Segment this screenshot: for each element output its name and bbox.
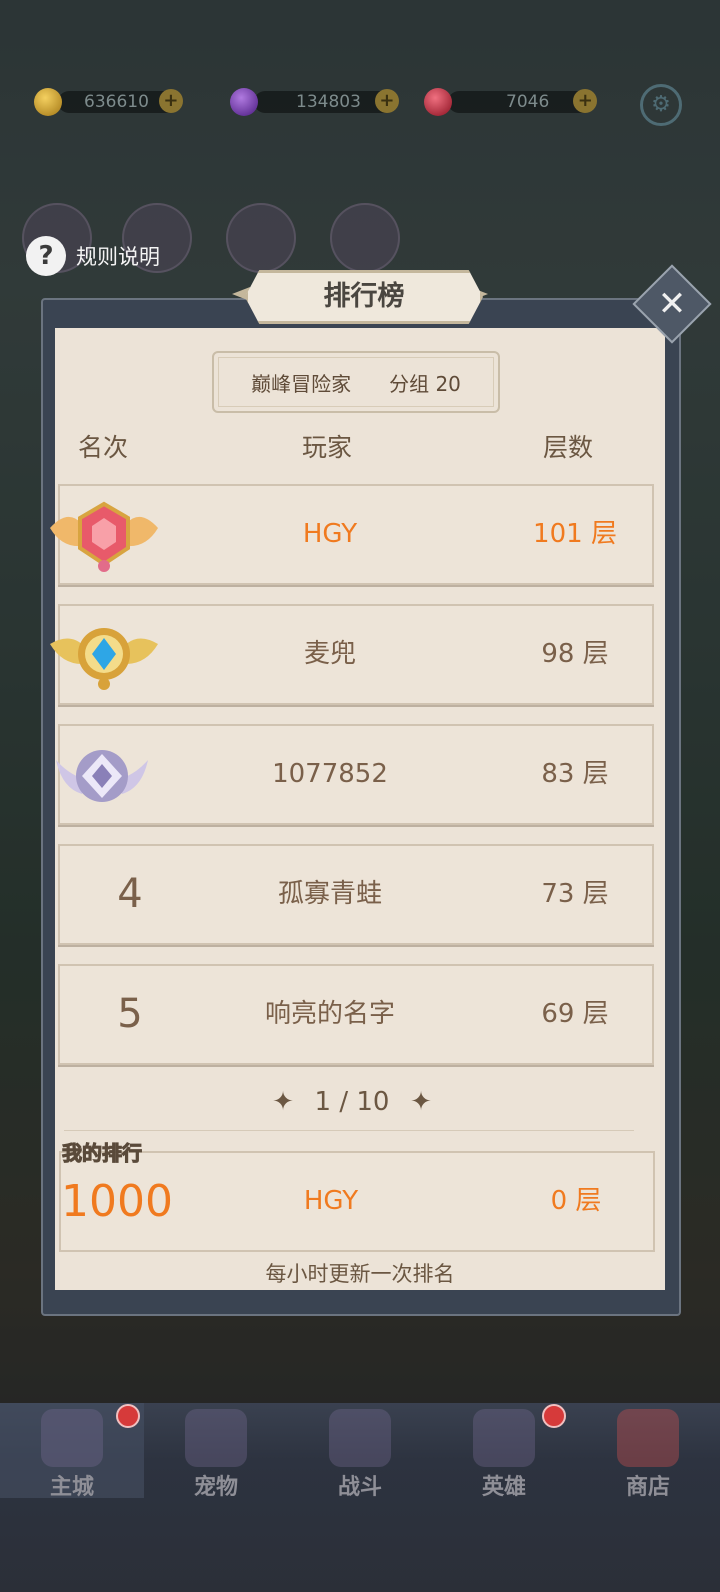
header-player: 玩家 bbox=[302, 433, 353, 462]
nav-label: 主城 bbox=[49, 1475, 94, 1500]
add-gold-icon[interactable]: + bbox=[158, 89, 183, 113]
divider bbox=[64, 1130, 634, 1131]
resource-purple-gem[interactable]: 134803 + bbox=[230, 88, 399, 116]
settings-gear-icon[interactable]: ⚙ bbox=[640, 84, 682, 126]
silver-medal-icon bbox=[56, 750, 148, 802]
floor-count: 69 层 bbox=[541, 999, 609, 1029]
nav-label: 战斗 bbox=[337, 1475, 382, 1500]
rules-button[interactable]: ? 规则说明 bbox=[26, 236, 160, 276]
floor-count: 83 层 bbox=[541, 759, 609, 789]
my-rank-row: 1000 HGY 0 层 bbox=[59, 1151, 655, 1252]
nav-shop[interactable]: 商店 bbox=[576, 1403, 720, 1500]
red-gem-icon bbox=[424, 88, 452, 116]
my-floor-count: 0 层 bbox=[550, 1186, 602, 1216]
nav-label: 英雄 bbox=[481, 1475, 526, 1500]
group-label: 巅峰冒险家 分组 20 bbox=[212, 351, 500, 413]
player-name: 孤寡青蛙 bbox=[277, 879, 382, 909]
resource-gold[interactable]: 636610 + bbox=[34, 88, 183, 116]
table-row[interactable]: 4 孤寡青蛙 73 层 bbox=[58, 844, 654, 945]
purple-gem-icon bbox=[230, 88, 258, 116]
bg-shield-icon bbox=[330, 203, 400, 273]
gold-value: 636610 bbox=[84, 92, 149, 112]
pet-icon bbox=[185, 1409, 247, 1467]
page-indicator: 1 / 10 bbox=[314, 1087, 390, 1117]
table-row[interactable]: 1077852 83 层 bbox=[56, 724, 654, 825]
table-row[interactable]: 5 响亮的名字 69 层 bbox=[58, 964, 654, 1065]
castle-icon bbox=[41, 1409, 103, 1467]
purple-gem-value: 134803 bbox=[296, 92, 361, 112]
header-rank: 名次 bbox=[78, 433, 129, 462]
resource-red-gem[interactable]: 7046 + bbox=[424, 88, 598, 116]
player-name: 响亮的名字 bbox=[264, 999, 395, 1029]
group-number: 分组 20 bbox=[389, 371, 461, 396]
table-row[interactable]: 麦兜 98 层 bbox=[50, 604, 654, 705]
player-name: 1077852 bbox=[272, 759, 388, 789]
floor-count: 101 层 bbox=[533, 519, 617, 549]
battle-icon bbox=[329, 1409, 391, 1467]
gold-medal-icon bbox=[50, 628, 158, 690]
shop-icon bbox=[617, 1409, 679, 1467]
header-floors: 层数 bbox=[543, 433, 594, 462]
close-icon[interactable]: ✕ bbox=[648, 280, 696, 328]
notification-badge bbox=[116, 1404, 140, 1428]
table-row[interactable]: HGY 101 层 bbox=[50, 484, 654, 585]
prev-page-icon[interactable]: ✦ bbox=[270, 1089, 296, 1115]
hero-icon bbox=[473, 1409, 535, 1467]
add-purple-gem-icon[interactable]: + bbox=[374, 89, 399, 113]
bg-flower-icon bbox=[226, 203, 296, 273]
question-icon: ? bbox=[26, 236, 66, 276]
my-rank-number: 1000 bbox=[61, 1176, 173, 1227]
nav-label: 商店 bbox=[625, 1475, 670, 1500]
red-gem-value: 7046 bbox=[506, 92, 550, 112]
nav-label: 宠物 bbox=[193, 1475, 238, 1500]
notification-badge bbox=[542, 1404, 566, 1428]
nav-battle[interactable]: 战斗 bbox=[288, 1403, 432, 1500]
my-rank-label: 我的排行 bbox=[62, 1141, 143, 1166]
floor-count: 73 层 bbox=[541, 879, 609, 909]
rank-number: 5 bbox=[117, 991, 143, 1037]
rank-number: 4 bbox=[117, 871, 143, 917]
next-page-icon[interactable]: ✦ bbox=[408, 1089, 434, 1115]
gold-coin-icon bbox=[34, 88, 62, 116]
pagination: ✦ 1 / 10 ✦ bbox=[270, 1082, 434, 1122]
floor-count: 98 层 bbox=[541, 639, 609, 669]
my-player-name: HGY bbox=[303, 1186, 359, 1216]
player-name: 麦兜 bbox=[303, 639, 356, 669]
update-note: 每小时更新一次排名 bbox=[265, 1262, 455, 1286]
nav-pets[interactable]: 宠物 bbox=[144, 1403, 288, 1500]
ruby-medal-icon bbox=[50, 501, 158, 572]
player-name: HGY bbox=[302, 519, 358, 549]
group-name: 巅峰冒险家 bbox=[251, 371, 352, 396]
panel-title: 排行榜 bbox=[245, 270, 483, 324]
rules-label: 规则说明 bbox=[76, 245, 160, 269]
